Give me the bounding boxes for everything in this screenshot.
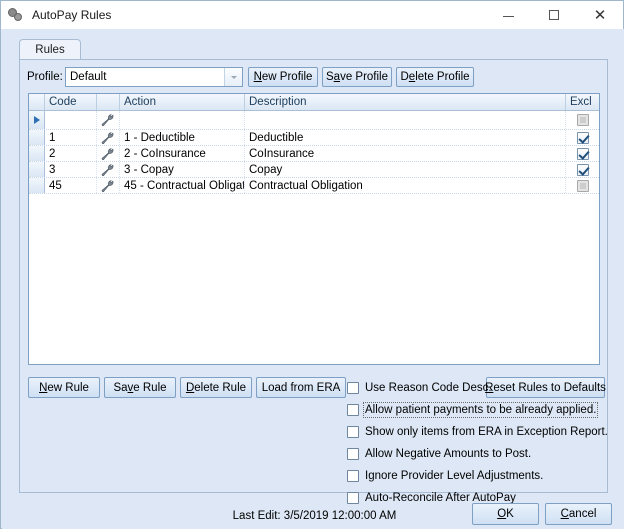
rules-tab-panel: Profile: Default New Profile Save Profil…: [19, 59, 609, 522]
table-row[interactable]: 2 2 - CoInsurance CoInsurance: [29, 146, 599, 162]
profile-combobox-value: Default: [70, 71, 107, 83]
row-marker[interactable]: [29, 162, 45, 177]
save-profile-button[interactable]: Save Profile: [322, 67, 392, 87]
checkbox-label: Ignore Provider Level Adjustments.: [365, 470, 544, 482]
checkbox-box[interactable]: [347, 470, 359, 482]
minimize-icon[interactable]: [485, 1, 531, 29]
maximize-icon[interactable]: [531, 1, 577, 29]
checkbox-box[interactable]: [347, 426, 359, 438]
checkbox-allow-patient-payments-already-applied[interactable]: Allow patient payments to be already app…: [347, 402, 599, 418]
row-arrow-icon: [29, 111, 45, 129]
cell-excl[interactable]: [566, 130, 599, 145]
cell-excl[interactable]: [566, 146, 599, 161]
cell-code[interactable]: 3: [45, 162, 97, 177]
cell-excl[interactable]: [566, 111, 599, 129]
cell-action[interactable]: 2 - CoInsurance: [120, 146, 245, 161]
title-bar: AutoPay Rules ✕: [1, 1, 623, 29]
cell-code[interactable]: 2: [45, 146, 97, 161]
grid-header-excl[interactable]: Excl: [566, 94, 599, 110]
checkbox-label: Allow Negative Amounts to Post.: [365, 448, 532, 460]
grid-header-description[interactable]: Description: [245, 94, 566, 110]
checkbox-ignore-provider-level-adjustments[interactable]: Ignore Provider Level Adjustments.: [347, 468, 543, 484]
close-icon[interactable]: ✕: [577, 1, 623, 29]
cell-description[interactable]: Contractual Obligation: [245, 178, 566, 193]
cell-excl[interactable]: [566, 162, 599, 177]
load-from-era-button[interactable]: Load from ERA: [256, 377, 346, 398]
grid-header-row: Code Action Description Excl: [29, 94, 599, 111]
cell-action[interactable]: [120, 111, 245, 129]
table-row[interactable]: 45 45 - Contractual Obligati... Contract…: [29, 178, 599, 194]
profile-label: Profile:: [27, 71, 63, 83]
cell-description[interactable]: Deductible: [245, 130, 566, 145]
checkbox-show-only-items-from-era[interactable]: Show only items from ERA in Exception Re…: [347, 424, 608, 440]
table-row[interactable]: 3 3 - Copay Copay: [29, 162, 599, 178]
row-marker[interactable]: [29, 130, 45, 145]
cell-action[interactable]: 1 - Deductible: [120, 130, 245, 145]
grid-header-marker: [29, 94, 45, 110]
cell-excl[interactable]: [566, 178, 599, 193]
wrench-icon[interactable]: [97, 146, 120, 161]
cell-action[interactable]: 3 - Copay: [120, 162, 245, 177]
row-marker[interactable]: [29, 178, 45, 193]
wrench-icon[interactable]: [97, 162, 120, 177]
cell-description[interactable]: Copay: [245, 162, 566, 177]
checkbox-allow-negative-amounts-to-post[interactable]: Allow Negative Amounts to Post.: [347, 446, 531, 462]
checkbox-use-reason-code-desc[interactable]: Use Reason Code Desc.: [347, 380, 492, 396]
autopay-rules-window: AutoPay Rules ✕ Rules Profile: Default N…: [0, 0, 624, 529]
cancel-button[interactable]: Cancel: [545, 503, 612, 525]
checkbox-box[interactable]: [347, 492, 359, 504]
checkbox-label: Use Reason Code Desc.: [365, 382, 492, 394]
cell-code[interactable]: 45: [45, 178, 97, 193]
row-marker[interactable]: [29, 146, 45, 161]
reset-rules-to-defaults-button[interactable]: Reset Rules to Defaults: [485, 377, 606, 398]
grid-new-row[interactable]: [29, 111, 599, 130]
checkbox-box[interactable]: [347, 448, 359, 460]
checkbox-box[interactable]: [347, 404, 359, 416]
chevron-down-icon[interactable]: [224, 68, 242, 86]
tab-rules[interactable]: Rules: [19, 39, 81, 60]
wrench-icon[interactable]: [97, 178, 120, 193]
checkbox-label: Allow patient payments to be already app…: [362, 402, 599, 418]
window-title: AutoPay Rules: [32, 8, 112, 22]
profile-row: Profile: Default New Profile Save Profil…: [20, 67, 609, 89]
checkbox-box[interactable]: [347, 382, 359, 394]
delete-rule-button[interactable]: Delete Rule: [180, 377, 252, 398]
cell-code[interactable]: [45, 111, 97, 129]
ok-button[interactable]: OK: [472, 503, 539, 525]
rules-grid[interactable]: Code Action Description Excl 1 1 - Deduc…: [28, 93, 600, 365]
tab-strip: Rules: [19, 39, 608, 60]
grid-header-action[interactable]: Action: [120, 94, 245, 110]
grid-header-code[interactable]: Code: [45, 94, 97, 110]
table-row[interactable]: 1 1 - Deductible Deductible: [29, 130, 599, 146]
client-area: Rules Profile: Default New Profile Save …: [2, 29, 624, 529]
save-rule-button[interactable]: Save Rule: [104, 377, 176, 398]
new-rule-button[interactable]: New Rule: [28, 377, 100, 398]
wrench-icon[interactable]: [97, 111, 120, 129]
cell-action[interactable]: 45 - Contractual Obligati...: [120, 178, 245, 193]
window-controls: ✕: [485, 1, 623, 29]
delete-profile-button[interactable]: Delete Profile: [396, 67, 474, 87]
grid-header-icon: [97, 94, 120, 110]
profile-combobox[interactable]: Default: [65, 67, 243, 87]
checkbox-label: Show only items from ERA in Exception Re…: [365, 426, 608, 438]
cell-description[interactable]: [245, 111, 566, 129]
wrench-icon[interactable]: [97, 130, 120, 145]
new-profile-button[interactable]: New Profile: [248, 67, 318, 87]
cell-code[interactable]: 1: [45, 130, 97, 145]
gears-icon: [8, 7, 24, 23]
cell-description[interactable]: CoInsurance: [245, 146, 566, 161]
